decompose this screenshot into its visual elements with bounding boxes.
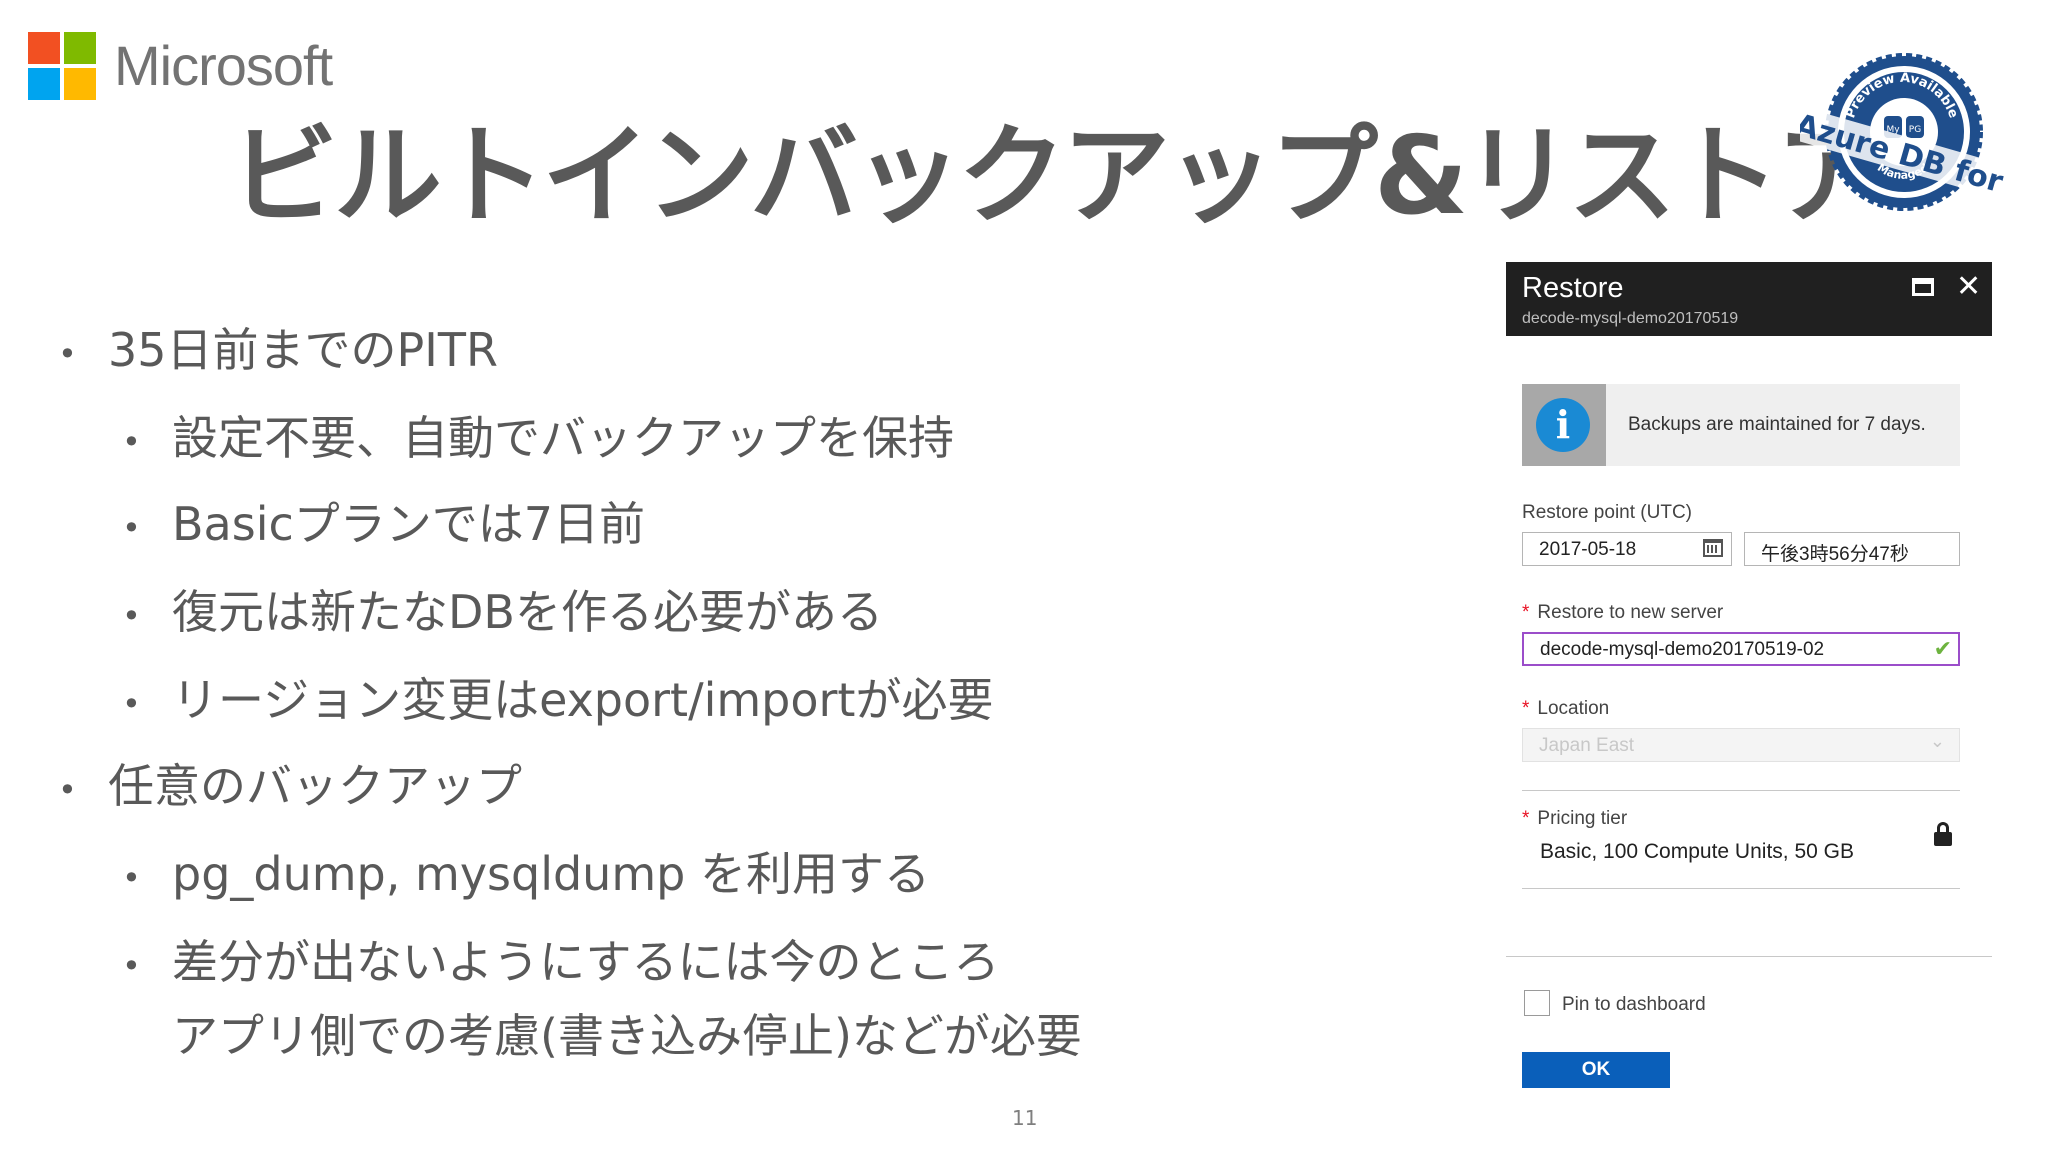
info-text: Backups are maintained for 7 days. xyxy=(1628,414,1926,435)
restore-time-value: 午後3時56分47秒 xyxy=(1761,544,1909,565)
info-icon-container: i xyxy=(1522,384,1606,466)
info-icon: i xyxy=(1536,398,1590,452)
chevron-down-icon: ⌄ xyxy=(1929,731,1945,751)
bullet-dot: • xyxy=(122,423,141,461)
bullet-text: アプリ側での考慮(書き込み停止)などが必要 xyxy=(172,1009,1082,1063)
slide-title: ビルトインバックアップ&リストア xyxy=(230,114,1884,239)
divider xyxy=(1522,790,1960,791)
pin-to-dashboard-label: Pin to dashboard xyxy=(1562,994,1706,1015)
restore-point-label: Restore point (UTC) xyxy=(1522,502,1692,523)
ok-button[interactable]: OK xyxy=(1522,1052,1670,1088)
location-label-text: Location xyxy=(1537,698,1610,719)
location-label: * Location xyxy=(1522,698,1609,720)
required-marker: * xyxy=(1522,698,1530,719)
required-marker: * xyxy=(1522,808,1530,829)
bullet-dot: • xyxy=(122,947,141,985)
bullet-dot: • xyxy=(122,685,141,723)
calendar-icon[interactable] xyxy=(1703,539,1723,557)
logo-square-green xyxy=(64,32,96,64)
bullet-dot: • xyxy=(122,597,141,635)
checkmark-icon: ✔ xyxy=(1933,636,1952,661)
logo-square-yellow xyxy=(64,68,96,100)
bullet-text: リージョン変更はexport/importが必要 xyxy=(172,673,994,727)
divider xyxy=(1506,956,1992,957)
bullet-dot: • xyxy=(58,335,77,373)
microsoft-wordmark: Microsoft xyxy=(114,34,333,97)
microsoft-logo xyxy=(28,32,96,100)
pricing-tier-value[interactable]: Basic, 100 Compute Units, 50 GB xyxy=(1540,840,1854,864)
blade-subtitle: decode-mysql-demo20170519 xyxy=(1522,310,1739,327)
location-select: Japan East ⌄ xyxy=(1522,728,1960,762)
bullet-text: pg_dump, mysqldump を利用する xyxy=(172,847,930,901)
info-banner: i Backups are maintained for 7 days. xyxy=(1522,384,1960,466)
bullet-dot: • xyxy=(122,859,141,897)
bullet-text: 設定不要、自動でバックアップを保持 xyxy=(172,411,954,465)
restore-blade-header: Restore decode-mysql-demo20170519 ✕ xyxy=(1506,262,1992,336)
blade-title: Restore xyxy=(1522,272,1624,304)
bullet-text: 差分が出ないようにするには今のところ xyxy=(172,935,1000,989)
pricing-label: * Pricing tier xyxy=(1522,808,1627,830)
restore-time-input[interactable]: 午後3時56分47秒 xyxy=(1744,532,1960,566)
maximize-icon[interactable] xyxy=(1912,278,1934,296)
new-server-label: * Restore to new server xyxy=(1522,602,1723,624)
bullet-text: 35日前までのPITR xyxy=(108,323,498,377)
divider xyxy=(1522,888,1960,889)
pin-to-dashboard-checkbox[interactable] xyxy=(1524,990,1550,1016)
badge-inner-right: PG xyxy=(1909,125,1921,135)
restore-date-input[interactable]: 2017-05-18 xyxy=(1522,532,1732,566)
bullet-text: 任意のバックアップ xyxy=(108,759,522,813)
bullet-text: 復元は新たなDBを作る必要がある xyxy=(172,585,883,639)
bullet-dot: • xyxy=(58,771,77,809)
pricing-label-text: Pricing tier xyxy=(1537,808,1628,829)
bullet-dot: • xyxy=(122,509,141,547)
lock-icon xyxy=(1934,822,1952,846)
restore-date-value: 2017-05-18 xyxy=(1539,539,1637,560)
bullet-text: Basicプランでは7日前 xyxy=(172,497,646,551)
new-server-input[interactable]: decode-mysql-demo20170519-02 ✔ xyxy=(1522,632,1960,666)
page-number: 11 xyxy=(1012,1106,1038,1130)
close-icon[interactable]: ✕ xyxy=(1956,270,1981,304)
new-server-label-text: Restore to new server xyxy=(1537,602,1724,623)
new-server-value: decode-mysql-demo20170519-02 xyxy=(1540,639,1825,660)
required-marker: * xyxy=(1522,602,1530,623)
location-value: Japan East xyxy=(1539,735,1635,756)
logo-square-blue xyxy=(28,68,60,100)
logo-square-red xyxy=(28,32,60,64)
azure-db-badge: Preview Available Managed My PG Azure DB… xyxy=(1800,53,2007,211)
